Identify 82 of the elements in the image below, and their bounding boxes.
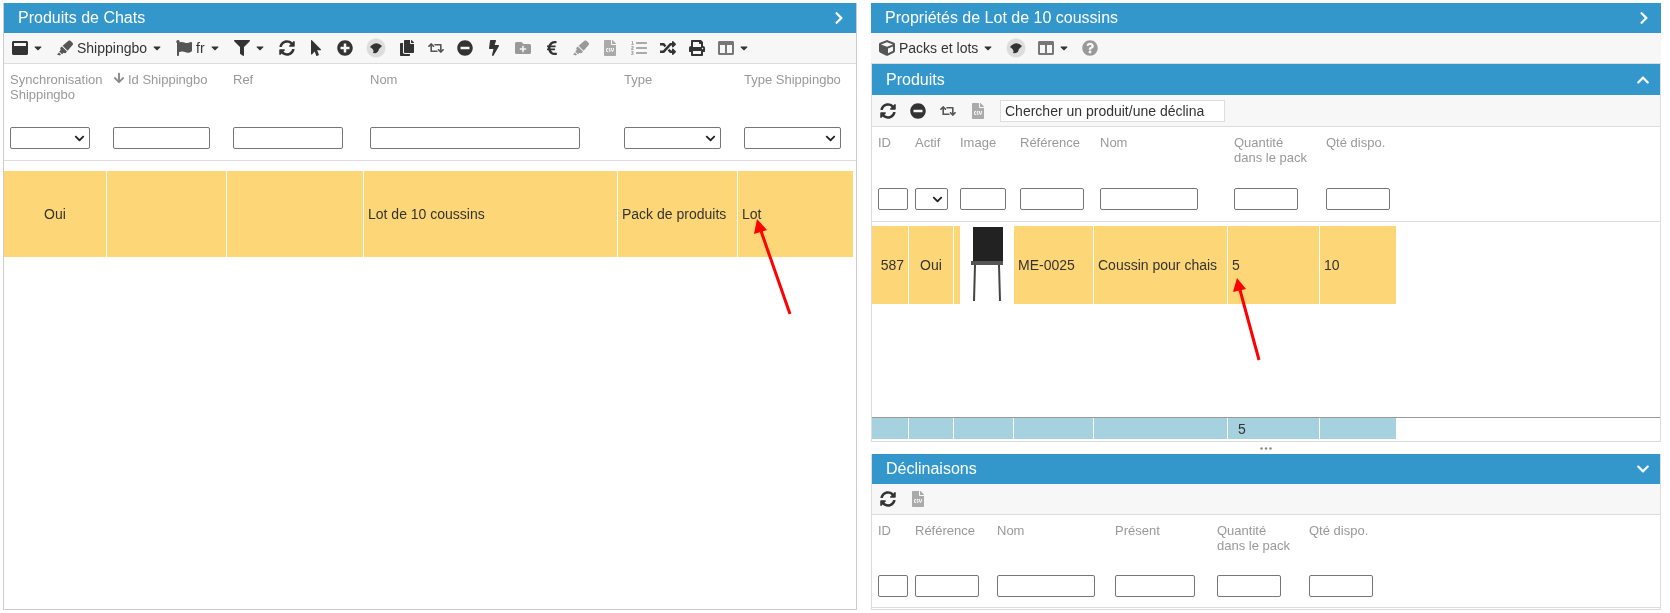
filter-input[interactable] [960, 188, 1006, 210]
filter-input[interactable] [878, 575, 908, 597]
filter-input[interactable] [1100, 188, 1198, 210]
column-header[interactable]: Synchronisation Shippingbo [10, 72, 103, 102]
filter-select[interactable] [10, 127, 90, 149]
toolbar-menu-label[interactable]: Shippingbo [77, 40, 148, 56]
filter-input[interactable] [1326, 188, 1390, 210]
toolbar-menu-label[interactable]: fr [196, 40, 205, 56]
column-header[interactable]: Quantité dans le pack [1217, 523, 1297, 553]
table-cell: Pack de produits [618, 171, 738, 257]
total-cell: 5 [1228, 418, 1320, 439]
add-icon[interactable] [336, 40, 353, 56]
column-header[interactable]: Qté dispo. [1309, 523, 1369, 538]
column-header[interactable]: ID [878, 523, 891, 538]
folder-plus-icon[interactable] [514, 40, 531, 56]
table-cell: 5 [1228, 226, 1320, 304]
bird-logo-icon[interactable] [1006, 38, 1027, 58]
sort-down-arrow-icon [113, 72, 125, 84]
column-header[interactable]: Type Shippingbo [744, 72, 841, 87]
filter-input[interactable] [1217, 575, 1281, 597]
filter-input[interactable] [370, 127, 580, 149]
filter-input[interactable] [113, 127, 210, 149]
column-header[interactable]: Ref [233, 72, 254, 87]
table-cell: Lot [738, 171, 854, 257]
filter-select[interactable] [744, 127, 841, 149]
panel-title: Propriétés de Lot de 10 coussins [885, 9, 1119, 27]
filter-input[interactable] [1234, 188, 1298, 210]
table-cell: 10 [1320, 226, 1397, 304]
resize-handle-icon[interactable] [1260, 446, 1272, 450]
column-header[interactable]: Référence [1020, 135, 1080, 150]
column-header[interactable]: Qté dispo. [1326, 135, 1386, 150]
column-header[interactable]: Image [960, 135, 997, 150]
search-field[interactable]: Chercher un produit/une déclina [1000, 99, 1225, 122]
filter-input[interactable] [1309, 575, 1373, 597]
filter-input[interactable] [878, 188, 908, 210]
column-header[interactable]: Type [624, 72, 653, 87]
filter-select[interactable] [915, 188, 948, 210]
repeat-icon[interactable] [427, 40, 444, 56]
filter-input[interactable] [1020, 188, 1084, 210]
filter-input[interactable] [233, 127, 343, 149]
highlighter-icon[interactable] [572, 40, 589, 56]
print-icon[interactable] [688, 40, 705, 56]
refresh-icon[interactable] [278, 40, 295, 56]
minus-icon[interactable] [910, 102, 926, 119]
column-header[interactable]: Nom [997, 523, 1025, 538]
minus-icon[interactable] [456, 40, 473, 56]
table-cell: ME-0025 [1014, 226, 1094, 304]
filter-select[interactable] [624, 127, 721, 149]
refresh-icon[interactable] [880, 102, 896, 119]
column-header[interactable]: Id Shippingbo [113, 72, 208, 87]
filter-icon[interactable] [233, 40, 250, 56]
toolbar-menu-label[interactable]: Packs et lots [899, 40, 979, 56]
columns-icon[interactable] [717, 40, 734, 56]
section-header[interactable]: Produits [872, 64, 1660, 95]
column-header[interactable]: Nom [370, 72, 398, 87]
section-header[interactable]: Déclinaisons [872, 454, 1660, 484]
columns-icon[interactable] [1038, 40, 1055, 56]
shuffle-icon[interactable] [659, 40, 676, 56]
filter-input[interactable] [997, 575, 1095, 597]
copy-icon[interactable] [398, 40, 415, 56]
panel-title: Produits de Chats [18, 9, 146, 27]
flag-icon[interactable] [176, 40, 193, 56]
filter-input[interactable] [1115, 575, 1195, 597]
bird-logo-icon[interactable] [365, 38, 386, 58]
layout-icon[interactable] [12, 40, 28, 56]
column-header[interactable]: ID [878, 135, 891, 150]
column-header[interactable]: Nom [1100, 135, 1128, 150]
table-cell: Oui [4, 171, 107, 257]
filter-input[interactable] [915, 575, 979, 597]
column-header[interactable]: Quantité dans le pack [1234, 135, 1314, 165]
table-cell: Coussin pour chais [1094, 226, 1228, 304]
help-icon[interactable] [1082, 40, 1099, 56]
table-cell: Lot de 10 coussins [364, 171, 618, 257]
section-title: Déclinaisons [886, 460, 977, 478]
column-header[interactable]: Présent [1115, 523, 1160, 538]
table-cell: 587 [872, 226, 909, 304]
cube-icon[interactable] [879, 40, 895, 56]
column-header[interactable]: Référence [915, 523, 975, 538]
column-header[interactable]: Actif [915, 135, 941, 150]
refresh-icon[interactable] [880, 491, 896, 507]
section-title: Produits [886, 70, 945, 89]
table-cell: Oui [909, 226, 954, 304]
